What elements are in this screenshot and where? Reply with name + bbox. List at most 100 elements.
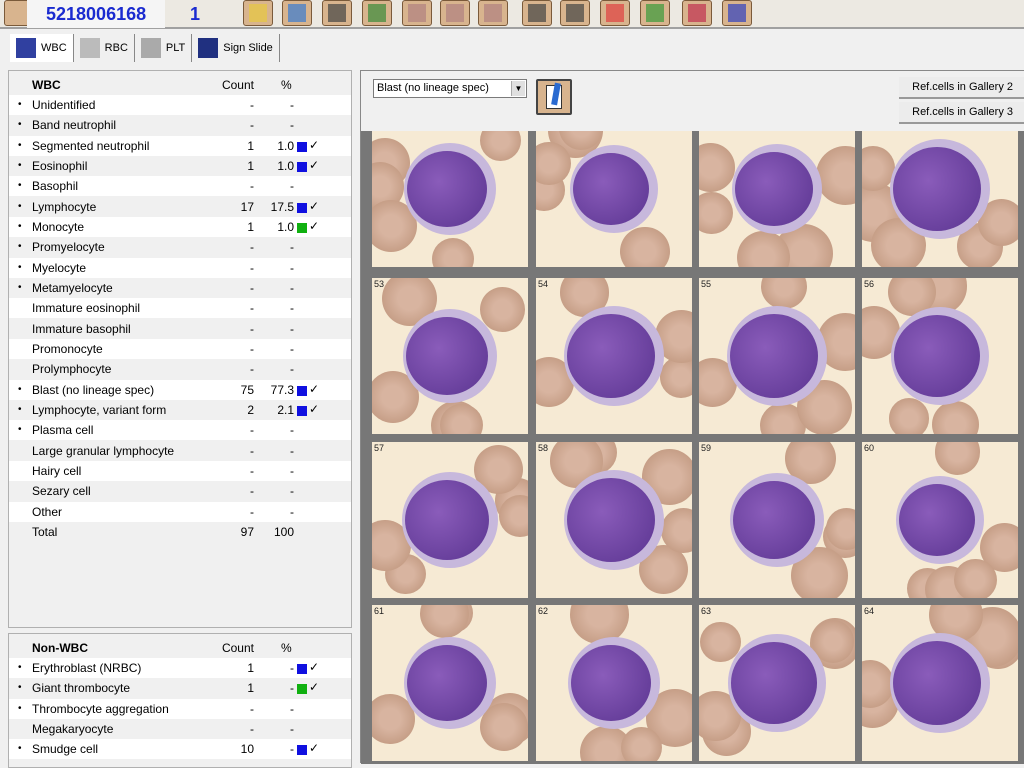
cell-image-tile[interactable]	[699, 131, 855, 267]
red-blood-cell	[536, 141, 571, 185]
percent-value: -	[290, 280, 294, 295]
table-row[interactable]: Prolymphocyte - -	[9, 359, 351, 379]
cell-image-tile[interactable]: 59	[699, 442, 855, 598]
table-row[interactable]: Large granular lymphocyte - -	[9, 441, 351, 461]
percent-value: 1.0	[277, 158, 294, 173]
cell-type-label: Smudge cell	[32, 742, 99, 757]
checkmark-icon: ✓	[309, 198, 320, 213]
cell-class-select-value: Blast (no lineage spec)	[377, 82, 489, 94]
table-row[interactable]: Promonocyte - -	[9, 338, 351, 359]
table-row[interactable]: • Unidentified - -	[9, 95, 351, 115]
patient-info-button[interactable]	[282, 0, 312, 26]
table-row[interactable]: • Lymphocyte, variant form 2 2.1 ✓	[9, 400, 351, 420]
count-value: -	[250, 484, 254, 499]
table-row[interactable]: Hairy cell - -	[9, 460, 351, 481]
tab-bar: WBC RBC PLT Sign Slide	[10, 34, 280, 62]
table-row[interactable]: • Monocyte 1 1.0 ✓	[9, 216, 351, 237]
cell-image-tile[interactable]: 64	[862, 605, 1018, 761]
table-row[interactable]: Other - -	[9, 501, 351, 522]
cell-image-tile[interactable]: 55	[699, 278, 855, 434]
table-row[interactable]: Immature eosinophil - -	[9, 298, 351, 319]
grid-layout-3-button[interactable]	[478, 0, 508, 26]
color-adjust-button[interactable]	[640, 0, 670, 26]
table-row[interactable]: • Segmented neutrophil 1 1.0 ✓	[9, 135, 351, 156]
percent-value: -	[290, 742, 294, 757]
cell-image-tile[interactable]: 61	[372, 605, 528, 761]
zoom-in-icon	[528, 4, 546, 22]
table-row[interactable]: • Thrombocyte aggregation - -	[9, 698, 351, 719]
count-value: -	[250, 240, 254, 255]
cell-image-tile[interactable]: 62	[536, 605, 692, 761]
run-number: 1	[190, 4, 201, 24]
count-value: -	[250, 504, 254, 519]
red-blood-cell	[816, 146, 855, 205]
bullet-icon: •	[18, 159, 22, 171]
table-row[interactable]: • Erythroblast (NRBC) 1 - ✓	[9, 658, 351, 678]
tab-sign-slide[interactable]: Sign Slide	[192, 34, 280, 62]
table-row[interactable]: • Plasma cell - -	[9, 420, 351, 441]
bullet-icon: •	[18, 682, 22, 694]
grid-layout-4-icon	[446, 4, 464, 22]
cell-image-tile[interactable]: 53	[372, 278, 528, 434]
cell-class-select[interactable]: Blast (no lineage spec) ▼	[373, 79, 527, 98]
monitor-button[interactable]	[362, 0, 392, 26]
page-1-button[interactable]	[722, 0, 752, 26]
chevron-down-icon[interactable]: ▼	[511, 81, 525, 96]
color-marker	[297, 745, 307, 756]
chart-check-button[interactable]	[322, 0, 352, 26]
tab-rbc[interactable]: RBC	[74, 34, 135, 62]
cell-image-tile[interactable]	[862, 131, 1018, 267]
table-row[interactable]: Sezary cell - -	[9, 481, 351, 501]
cell-image-tile[interactable]: 54	[536, 278, 692, 434]
bullet-icon: •	[18, 180, 22, 192]
cell-image-grid: 53 54 55 56 57 58 59 60 61 62 63 64	[361, 131, 1024, 764]
cell-image-tile[interactable]	[536, 131, 692, 267]
table-row[interactable]: • Metamyelocyte - -	[9, 278, 351, 298]
cell-image-tile[interactable]: 58	[536, 442, 692, 598]
cell-image-tile[interactable]: 56	[862, 278, 1018, 434]
grid-layout-6-button[interactable]	[402, 0, 432, 26]
sample-id: 5218006168	[46, 4, 147, 24]
edit-notes-button[interactable]	[536, 79, 572, 115]
count-value: -	[250, 341, 254, 356]
cell-image-tile[interactable]	[372, 131, 528, 267]
table-row[interactable]: • Eosinophil 1 1.0 ✓	[9, 156, 351, 176]
table-row[interactable]: • Blast (no lineage spec) 75 77.3 ✓	[9, 379, 351, 400]
color-palette-button[interactable]	[600, 0, 630, 26]
table-row[interactable]: Immature basophil - -	[9, 319, 351, 339]
table-row[interactable]: • Promyelocyte - -	[9, 237, 351, 257]
cell-type-label: Basophil	[32, 179, 79, 194]
ref-cells-gallery-3-button[interactable]: Ref.cells in Gallery 3	[899, 102, 1024, 124]
cell-image-tile[interactable]: 63	[699, 605, 855, 761]
table-row[interactable]: • Smudge cell 10 - ✓	[9, 739, 351, 760]
table-row[interactable]: Total 97 100	[9, 522, 351, 542]
red-blood-cell	[931, 400, 979, 434]
table-row[interactable]: • Myelocyte - -	[9, 257, 351, 278]
table-row[interactable]: • Lymphocyte 17 17.5 ✓	[9, 197, 351, 217]
zoom-out-button[interactable]	[560, 0, 590, 26]
table-row[interactable]: Megakaryocyte - -	[9, 719, 351, 739]
open-folder-button[interactable]	[243, 0, 273, 26]
count-value: -	[250, 260, 254, 275]
table-row[interactable]: • Band neutrophil - -	[9, 115, 351, 135]
tile-number: 53	[374, 279, 385, 289]
table-row[interactable]: • Basophil - -	[9, 176, 351, 197]
cell-image-tile[interactable]: 60	[862, 442, 1018, 598]
cell-image-tile[interactable]: 57	[372, 442, 528, 598]
color-marker	[297, 161, 307, 172]
table-row[interactable]: • Giant thrombocyte 1 - ✓	[9, 678, 351, 698]
ref-cells-gallery-2-button[interactable]: Ref.cells in Gallery 2	[899, 77, 1024, 99]
zoom-in-button[interactable]	[522, 0, 552, 26]
grid-layout-4-button[interactable]	[440, 0, 470, 26]
red-blood-cell	[440, 403, 483, 434]
tab-plt[interactable]: PLT	[135, 34, 193, 62]
count-value: -	[250, 701, 254, 716]
cells-icon	[688, 4, 706, 22]
tab-wbc[interactable]: WBC	[10, 34, 74, 62]
cells-button[interactable]	[682, 0, 712, 26]
nucleus	[893, 314, 981, 398]
percent-value: -	[290, 240, 294, 255]
red-blood-cell	[699, 143, 735, 192]
tile-number: 63	[701, 606, 712, 616]
cell-type-label: Promonocyte	[32, 341, 103, 356]
